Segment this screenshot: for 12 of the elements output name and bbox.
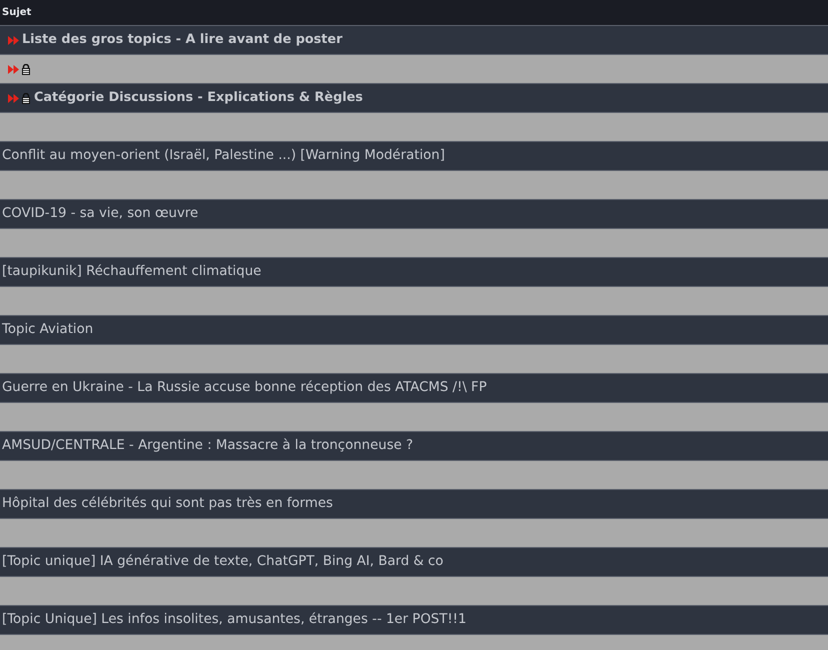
topic-title-link[interactable]: Catégorie Discussions - Explications & Règles: [34, 90, 363, 106]
topic-title-link[interactable]: [taupikunik] Réchauffement climatique: [2, 264, 262, 280]
column-header: Sujet: [2, 6, 32, 18]
topic-title-link[interactable]: Conflit au moyen-orient (Israël, Palestine ...) [Warning Modération]: [2, 148, 445, 164]
topic-title-link[interactable]: COVID-19 - sa vie, son œuvre: [2, 206, 198, 222]
topic-title-link[interactable]: Hôpital des célébrités qui sont pas très en formes: [2, 496, 333, 512]
topic-title-link[interactable]: [Topic Unique] Les infos insolites, amusantes, étranges -- 1er POST!!1: [2, 612, 466, 628]
topic-title-link[interactable]: AMSUD/CENTRALE - Argentine : Massacre à la tronçonneuse ?: [2, 438, 414, 454]
topic-title-link[interactable]: Liste des gros topics - A lire avant de poster: [22, 32, 342, 48]
topic-title-link[interactable]: Guerre en Ukraine - La Russie accuse bonne réception des ATACMS /!\ FP: [2, 380, 487, 396]
topic-title-link[interactable]: [Topic unique] IA générative de texte, ChatGPT, Bing AI, Bard & co: [2, 554, 444, 570]
topic-title-link[interactable]: Topic Aviation: [2, 322, 94, 338]
